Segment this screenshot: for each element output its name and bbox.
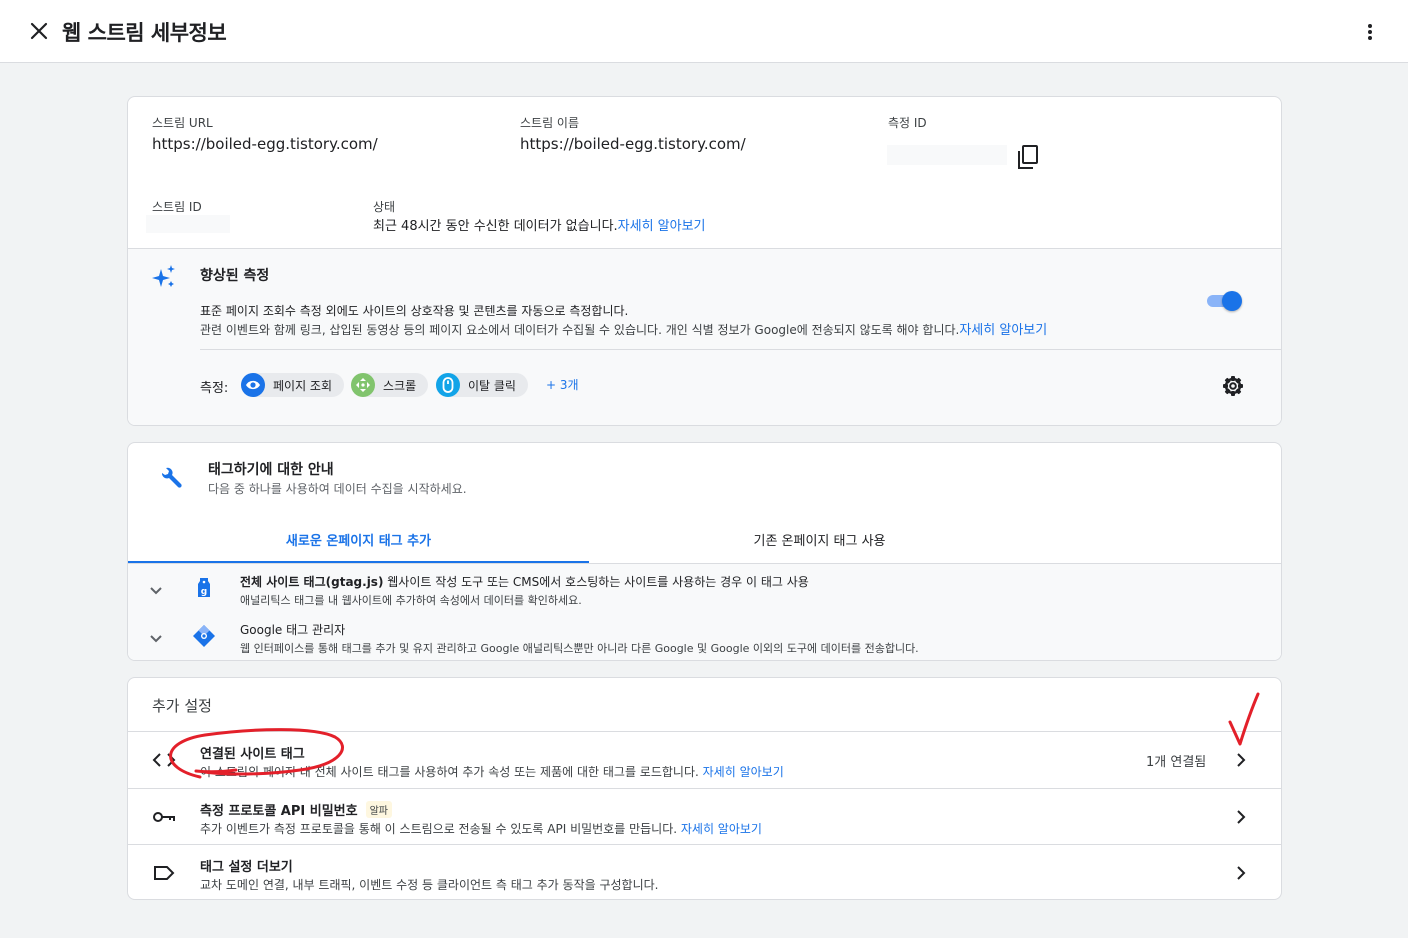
copy-icon <box>1018 145 1038 169</box>
stream-name-value: https://boiled-egg.tistory.com/ <box>520 135 746 153</box>
additional-settings-card: 추가 설정 연결된 사이트 태그 이 스트림의 페이지 내 전체 사이트 태그를… <box>127 677 1282 900</box>
row-desc: 이 스트림의 페이지 내 전체 사이트 태그를 사용하여 추가 속성 또는 제품… <box>200 763 784 780</box>
row-connected-site-tags[interactable]: 연결된 사이트 태그 이 스트림의 페이지 내 전체 사이트 태그를 사용하여 … <box>128 731 1281 787</box>
label-icon <box>154 866 175 880</box>
tag-options-list: g 전체 사이트 태그(gtag.js) 웹사이트 작성 도구 또는 CMS에서… <box>128 564 1281 660</box>
svg-text:g: g <box>201 587 207 597</box>
option-gtag-desc: 애널리틱스 태그를 내 웹사이트에 추가하여 속성에서 데이터를 확인하세요. <box>240 594 582 607</box>
measurement-id-redacted <box>887 145 1007 165</box>
more-measurements-link[interactable]: + 3개 <box>546 376 579 393</box>
stream-id-label: 스트림 ID <box>152 200 202 214</box>
row-title: 측정 프로토콜 API 비밀번호 <box>200 804 358 819</box>
more-options-button[interactable] <box>1356 18 1384 46</box>
status-text-wrap: 최근 48시간 동안 수신한 데이터가 없습니다.자세히 알아보기 <box>373 215 706 234</box>
stream-url-label: 스트림 URL <box>152 116 213 130</box>
page-title: 웹 스트림 세부정보 <box>62 21 227 45</box>
measurement-id-label: 측정 ID <box>888 116 927 130</box>
row-desc: 추가 이벤트가 측정 프로토콜을 통해 이 스트림으로 전송될 수 있도록 AP… <box>200 820 762 837</box>
enhanced-measurement-desc-2-text: 관련 이벤트와 함께 링크, 삽입된 동영상 등의 페이지 요소에서 데이터가 … <box>200 323 960 337</box>
close-icon <box>30 22 48 40</box>
stream-url-value: https://boiled-egg.tistory.com/ <box>152 135 378 153</box>
close-button[interactable] <box>26 18 52 44</box>
tagging-guide-card: 태그하기에 대한 안내 다음 중 하나를 사용하여 데이터 수집을 시작하세요.… <box>127 442 1282 661</box>
gear-icon <box>1223 376 1243 396</box>
tagging-guide-title: 태그하기에 대한 안내 <box>208 462 334 478</box>
gtag-icon: g <box>198 578 210 597</box>
row-title: 태그 설정 더보기 <box>200 860 293 875</box>
row-desc-text: 이 스트림의 페이지 내 전체 사이트 태그를 사용하여 추가 속성 또는 제품… <box>200 765 703 779</box>
chip-label: 페이지 조회 <box>273 378 333 393</box>
top-bar: 웹 스트림 세부정보 <box>0 0 1408 63</box>
chevron-right-icon <box>1237 866 1246 880</box>
sparkle-icon <box>152 265 175 287</box>
status-learn-more-link[interactable]: 자세히 알아보기 <box>618 219 706 234</box>
tab-existing-onpage-tag[interactable]: 기존 온페이지 태그 사용 <box>589 515 1050 563</box>
enhanced-settings-button[interactable] <box>1221 374 1245 398</box>
stream-id-redacted <box>146 215 230 233</box>
row-more-tag-settings[interactable]: 태그 설정 더보기 교차 도메인 연결, 내부 트래픽, 이벤트 수정 등 클라… <box>128 844 1281 899</box>
enhanced-measurement-toggle[interactable] <box>1205 290 1243 312</box>
row-measurement-protocol-secrets[interactable]: 측정 프로토콜 API 비밀번호 알파 추가 이벤트가 측정 프로토콜을 통해 이… <box>128 788 1281 844</box>
copy-measurement-id-button[interactable] <box>1016 144 1040 170</box>
status-text: 최근 48시간 동안 수신한 데이터가 없습니다. <box>373 219 618 234</box>
alpha-badge: 알파 <box>365 801 393 818</box>
option-gtag-name: 전체 사이트 태그(gtag.js) <box>240 575 384 589</box>
enhanced-measurement-desc: 표준 페이지 조회수 측정 외에도 사이트의 상호작용 및 콘텐츠를 자동으로 … <box>200 304 629 318</box>
status-label: 상태 <box>373 200 396 214</box>
measurements-label: 측정: <box>200 381 229 396</box>
row-learn-more-link[interactable]: 자세히 알아보기 <box>703 765 784 779</box>
chip-outbound-clicks[interactable]: 이탈 클릭 <box>436 373 528 397</box>
chip-label: 이탈 클릭 <box>468 378 516 393</box>
connected-count: 1개 연결됨 <box>1146 755 1207 770</box>
mouse-icon <box>436 373 460 397</box>
divider <box>200 349 1281 350</box>
tag-manager-icon <box>193 625 215 647</box>
code-icon <box>152 753 176 767</box>
option-gtag-title-rest: 웹사이트 작성 도구 또는 CMS에서 호스팅하는 사이트를 사용하는 경우 이… <box>383 575 809 589</box>
option-gtm-desc: 웹 인터페이스를 통해 태그를 추가 및 유지 관리하고 Google 애널리틱… <box>240 642 919 655</box>
wrench-icon <box>161 467 182 488</box>
row-desc-text: 추가 이벤트가 측정 프로토콜을 통해 이 스트림으로 전송될 수 있도록 AP… <box>200 822 681 836</box>
row-learn-more-link[interactable]: 자세히 알아보기 <box>681 822 762 836</box>
enhanced-measurement-desc-2: 관련 이벤트와 함께 링크, 삽입된 동영상 등의 페이지 요소에서 데이터가 … <box>200 319 1047 338</box>
key-icon <box>153 812 175 822</box>
option-gtm-title: Google 태그 관리자 <box>240 623 346 637</box>
enhanced-learn-more-link[interactable]: 자세히 알아보기 <box>959 323 1047 338</box>
row-title: 연결된 사이트 태그 <box>200 747 305 762</box>
chip-page-views[interactable]: 페이지 조회 <box>241 373 345 397</box>
chevron-right-icon <box>1237 810 1246 824</box>
toggle-knob <box>1222 291 1242 311</box>
enhanced-measurement-section: 향상된 측정 표준 페이지 조회수 측정 외에도 사이트의 상호작용 및 콘텐츠… <box>128 248 1281 425</box>
additional-settings-title: 추가 설정 <box>152 697 212 715</box>
stream-details-card: 스트림 URL https://boiled-egg.tistory.com/ … <box>127 96 1282 426</box>
chevron-right-icon <box>1237 753 1246 767</box>
chip-scroll[interactable]: 스크롤 <box>351 373 429 397</box>
chevron-down-icon[interactable] <box>148 582 164 598</box>
row-title-wrap: 측정 프로토콜 API 비밀번호 알파 <box>200 800 393 819</box>
chip-label: 스크롤 <box>383 378 417 393</box>
row-desc: 교차 도메인 연결, 내부 트래픽, 이벤트 수정 등 클라이언트 측 태그 추… <box>200 878 659 892</box>
stream-name-label: 스트림 이름 <box>520 116 580 130</box>
scroll-icon <box>351 373 375 397</box>
tagging-guide-subtitle: 다음 중 하나를 사용하여 데이터 수집을 시작하세요. <box>208 482 467 496</box>
chevron-down-icon[interactable] <box>148 630 164 646</box>
option-gtag-title: 전체 사이트 태그(gtag.js) 웹사이트 작성 도구 또는 CMS에서 호… <box>240 573 809 590</box>
eye-icon <box>241 373 265 397</box>
tab-new-onpage-tag[interactable]: 새로운 온페이지 태그 추가 <box>128 515 589 563</box>
enhanced-measurement-title: 향상된 측정 <box>200 268 270 284</box>
more-vert-icon <box>1368 24 1372 40</box>
